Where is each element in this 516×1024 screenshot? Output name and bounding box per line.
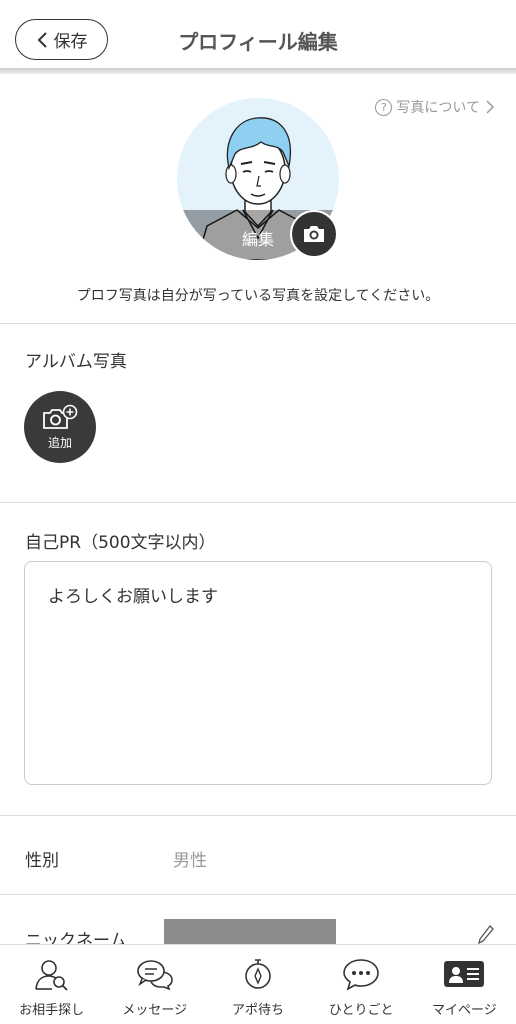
section-divider (0, 815, 516, 816)
tab-monologue[interactable]: ひとりごと (310, 945, 413, 1024)
header-divider (0, 68, 516, 74)
chevron-right-icon (486, 100, 494, 114)
speech-dots-icon (343, 959, 380, 991)
search-person-icon (34, 960, 68, 991)
tab-appointments-label: アポ待ち (232, 1003, 285, 1018)
gender-value: 男性 (173, 851, 207, 871)
tab-search-label: お相手探し (19, 1003, 85, 1018)
add-album-photo-button[interactable]: 追加 (24, 391, 96, 463)
tab-appointments[interactable]: アポ待ち (206, 945, 309, 1024)
profile-card-icon (444, 961, 485, 987)
section-divider (0, 323, 516, 324)
tab-monologue-label: ひとりごと (328, 1003, 394, 1018)
tab-search[interactable]: お相手探し (0, 945, 103, 1024)
photo-help-link[interactable]: ? 写真について (375, 97, 494, 117)
tab-mypage-label: マイページ (432, 1003, 497, 1018)
tab-messages-label: メッセージ (122, 1003, 188, 1018)
section-divider (0, 894, 516, 895)
question-circle-icon: ? (375, 98, 393, 116)
chat-bubbles-icon (136, 960, 173, 990)
tab-mypage[interactable]: マイページ (413, 945, 516, 1024)
add-album-label: 追加 (47, 435, 72, 450)
photo-help-label: 写真について (396, 100, 480, 116)
stopwatch-icon (245, 959, 271, 989)
tab-messages[interactable]: メッセージ (103, 945, 206, 1024)
pr-section-title: 自己PR（500文字以内） (25, 533, 216, 553)
pencil-icon[interactable] (478, 924, 494, 944)
album-section-title: アルバム写真 (25, 352, 127, 372)
bottom-tab-bar: お相手探し メッセージ アポ待ち ひとりごと マイページ (0, 944, 516, 1024)
header: 保存 プロフィール編集 (0, 0, 516, 70)
photo-note: プロフ写真は自分が写っている写真を設定してください。 (76, 288, 440, 304)
nickname-value-redacted[interactable] (164, 919, 336, 945)
camera-icon (304, 226, 324, 242)
gender-label: 性別 (25, 851, 59, 871)
change-photo-button[interactable] (290, 210, 338, 258)
page-title: プロフィール編集 (178, 30, 338, 54)
camera-plus-icon (43, 404, 78, 429)
pr-textarea[interactable]: よろしくお願いします (24, 561, 492, 785)
section-divider (0, 502, 516, 503)
